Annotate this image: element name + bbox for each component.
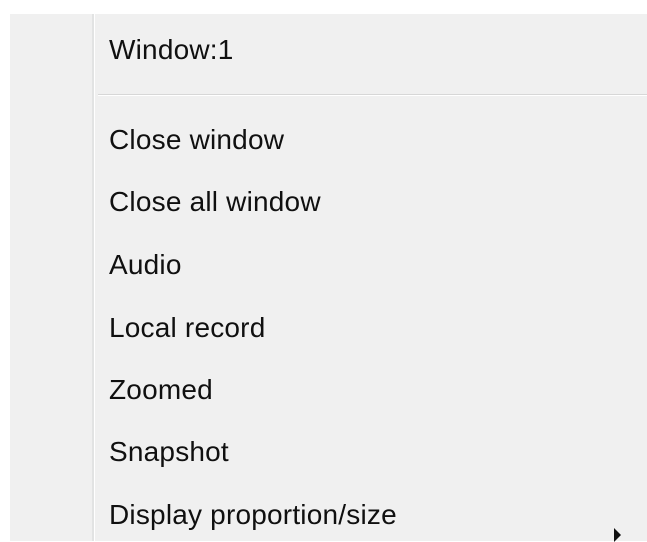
chevron-right-icon (614, 528, 621, 542)
menu-icon-gutter (10, 14, 92, 541)
menu-item-display-proportion-size[interactable]: Display proportion/size (109, 488, 647, 542)
menu-item-close-window[interactable]: Close window (109, 113, 647, 167)
menu-item-snapshot[interactable]: Snapshot (109, 425, 647, 479)
menu-item-local-record[interactable]: Local record (109, 301, 647, 355)
menu-separator (98, 94, 647, 96)
menu-item-audio[interactable]: Audio (109, 238, 647, 292)
menu-header-window: Window:1 (109, 34, 234, 65)
context-menu: Window:1 Close window Close all window A… (10, 14, 647, 542)
menu-gutter-divider (92, 14, 95, 541)
menu-item-zoomed[interactable]: Zoomed (109, 363, 647, 417)
menu-item-close-all-window[interactable]: Close all window (109, 175, 647, 229)
